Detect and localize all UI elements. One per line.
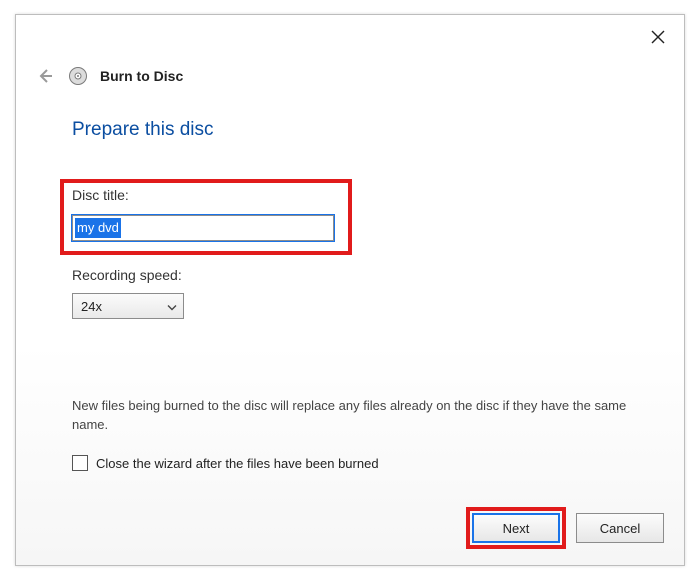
note-text: New files being burned to the disc will …	[72, 397, 644, 435]
disc-title-label: Disc title:	[72, 187, 129, 203]
next-button[interactable]: Next	[472, 513, 560, 543]
window-title: Burn to Disc	[100, 68, 183, 84]
chevron-down-icon	[167, 299, 177, 314]
arrow-left-icon	[36, 67, 54, 85]
cancel-button-label: Cancel	[600, 521, 640, 536]
close-wizard-checkbox[interactable]	[72, 455, 88, 471]
close-button[interactable]	[646, 25, 670, 49]
disc-title-value: my dvd	[75, 218, 121, 238]
next-button-label: Next	[503, 521, 530, 536]
highlight-next: Next	[466, 507, 566, 549]
recording-speed-label: Recording speed:	[72, 267, 182, 283]
close-wizard-checkbox-row: Close the wizard after the files have be…	[72, 455, 379, 471]
recording-speed-value: 24x	[81, 299, 102, 314]
close-wizard-label: Close the wizard after the files have be…	[96, 456, 379, 471]
recording-speed-select[interactable]: 24x	[72, 293, 184, 319]
disc-title-input[interactable]: my dvd	[72, 215, 334, 241]
back-button[interactable]	[34, 65, 56, 87]
cancel-button[interactable]: Cancel	[576, 513, 664, 543]
page-heading: Prepare this disc	[72, 119, 214, 141]
header-row: Burn to Disc	[34, 65, 183, 87]
close-icon	[651, 30, 665, 44]
burn-to-disc-window: Burn to Disc Prepare this disc Disc titl…	[15, 14, 685, 566]
footer-buttons: Next Cancel	[466, 507, 664, 549]
disc-icon	[68, 66, 88, 86]
